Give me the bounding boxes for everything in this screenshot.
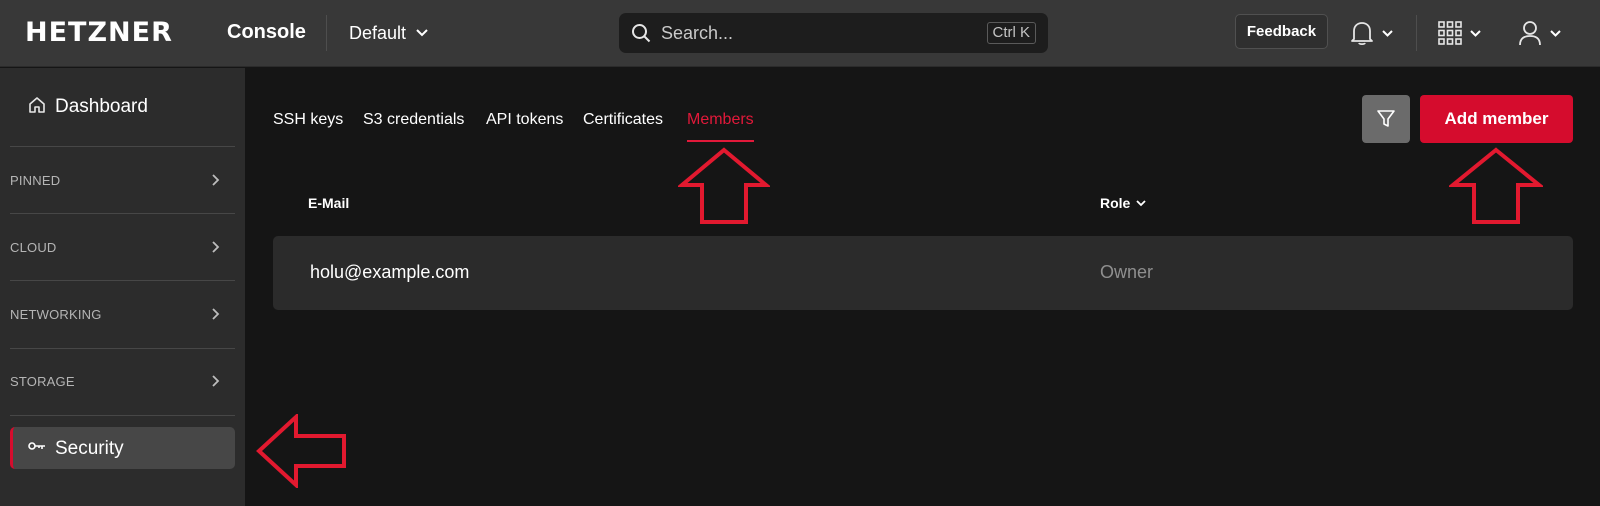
- key-icon: [28, 442, 45, 450]
- add-member-button[interactable]: Add member: [1420, 95, 1573, 143]
- bell-icon: [1351, 22, 1373, 46]
- tab-s3-credentials[interactable]: S3 credentials: [363, 109, 464, 143]
- divider: [10, 415, 235, 416]
- divider: [10, 213, 235, 214]
- divider: [10, 280, 235, 281]
- sidebar-section-cloud[interactable]: CLOUD: [10, 227, 220, 267]
- divider: [10, 146, 235, 147]
- sidebar-section-label: NETWORKING: [10, 306, 102, 322]
- chevron-right-icon: [212, 174, 220, 186]
- filter-icon: [1377, 110, 1395, 127]
- tab-certificates[interactable]: Certificates: [583, 109, 663, 143]
- divider: [10, 348, 235, 349]
- member-email: holu@example.com: [310, 262, 470, 282]
- notifications-menu[interactable]: [1350, 18, 1393, 48]
- chevron-down-icon: [1550, 29, 1561, 37]
- search-bar[interactable]: Ctrl K: [619, 13, 1048, 53]
- active-tab-indicator: [687, 140, 754, 142]
- chevron-down-icon: [416, 29, 428, 37]
- search-icon: [632, 24, 651, 43]
- sidebar-item-security[interactable]: Security: [10, 427, 235, 469]
- tab-api-tokens[interactable]: API tokens: [486, 109, 563, 143]
- sidebar-section-pinned[interactable]: PINNED: [10, 160, 220, 200]
- sidebar-section-networking[interactable]: NETWORKING: [10, 294, 220, 334]
- sidebar-section-label: PINNED: [10, 172, 61, 188]
- sidebar-item-dashboard[interactable]: Dashboard: [0, 90, 245, 122]
- top-bar: HETZNER Console Default Ctrl K Feedback: [0, 0, 1600, 67]
- chevron-down-icon: [1382, 29, 1393, 37]
- feedback-button[interactable]: Feedback: [1235, 14, 1328, 49]
- annotation-arrow-left-icon: [256, 414, 346, 488]
- app-name: Console: [227, 21, 306, 43]
- apps-grid-icon: [1438, 21, 1462, 45]
- user-icon: [1519, 21, 1541, 46]
- tab-members[interactable]: Members: [687, 109, 754, 143]
- chevron-down-icon: [1136, 199, 1146, 206]
- annotation-arrow-up-icon: [678, 147, 770, 224]
- search-shortcut-badge: Ctrl K: [986, 22, 1036, 44]
- apps-menu[interactable]: [1438, 18, 1481, 48]
- user-menu[interactable]: [1518, 18, 1561, 48]
- sidebar-section-label: STORAGE: [10, 373, 75, 389]
- sidebar-section-label: CLOUD: [10, 239, 57, 255]
- chevron-right-icon: [212, 241, 220, 253]
- member-role: Owner: [1100, 262, 1154, 282]
- tab-label: Members: [687, 111, 754, 128]
- home-icon: [29, 97, 45, 113]
- tab-label: SSH keys: [273, 111, 344, 128]
- filter-button[interactable]: [1362, 95, 1410, 143]
- chevron-down-icon: [1470, 29, 1481, 37]
- sidebar-item-label: Security: [55, 438, 124, 459]
- column-header-email: E-Mail: [308, 195, 350, 211]
- sidebar: Dashboard PINNED CLOUD NETWORKING STORAG…: [0, 68, 245, 506]
- project-selector[interactable]: Default: [349, 20, 428, 46]
- tab-label: Certificates: [583, 111, 664, 128]
- sidebar-item-label: Dashboard: [55, 96, 148, 117]
- tab-ssh-keys[interactable]: SSH keys: [273, 109, 343, 143]
- tab-label: S3 credentials: [363, 111, 465, 128]
- annotation-arrow-up-icon: [1449, 147, 1543, 224]
- sidebar-section-storage[interactable]: STORAGE: [10, 361, 220, 401]
- table-row[interactable]: holu@example.com Owner: [273, 236, 1573, 310]
- divider: [1416, 15, 1417, 51]
- chevron-right-icon: [212, 375, 220, 387]
- chevron-right-icon: [212, 308, 220, 320]
- search-input[interactable]: [661, 21, 961, 45]
- column-header-role[interactable]: Role: [1100, 195, 1146, 211]
- hetzner-logo[interactable]: HETZNER: [25, 19, 173, 47]
- project-name: Default: [349, 22, 407, 43]
- divider: [326, 15, 327, 51]
- tab-label: API tokens: [486, 111, 564, 128]
- column-header-label: Role: [1100, 195, 1131, 211]
